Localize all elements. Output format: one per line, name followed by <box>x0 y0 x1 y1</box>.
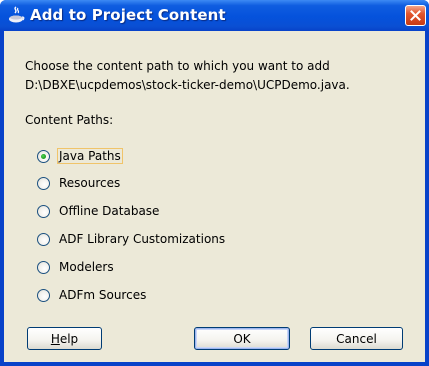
radio-resources[interactable]: Resources <box>37 173 122 193</box>
radio-adf-library-customizations[interactable]: ADF Library Customizations <box>37 229 227 249</box>
radio-label: ADFm Sources <box>59 288 147 302</box>
dialog-window: Add to Project Content Choose the conten… <box>0 0 429 366</box>
content-paths-label: Content Paths: <box>25 113 114 127</box>
window-title: Add to Project Content <box>30 6 226 24</box>
radio-button[interactable] <box>37 176 50 190</box>
radio-label: Offline Database <box>59 204 160 218</box>
coffee-cup-icon <box>7 6 25 24</box>
radio-button[interactable] <box>37 288 50 302</box>
radio-button[interactable] <box>37 232 50 246</box>
title-bar[interactable]: Add to Project Content <box>0 0 429 31</box>
radio-button[interactable] <box>37 204 50 218</box>
description: Choose the content path to which you wan… <box>25 57 350 95</box>
cancel-label: Cancel <box>336 331 377 346</box>
cancel-button[interactable]: Cancel <box>310 327 403 350</box>
help-label-rest: elp <box>59 331 79 346</box>
help-mnemonic: H <box>50 331 60 346</box>
radio-button[interactable] <box>37 260 50 274</box>
description-line-1: Choose the content path to which you wan… <box>25 59 330 73</box>
help-button[interactable]: Help <box>27 327 102 350</box>
close-icon <box>410 10 421 21</box>
radio-label: ADF Library Customizations <box>59 232 226 246</box>
description-line-2: D:\DBXE\ucpdemos\stock-ticker-demo\UCPDe… <box>25 78 350 92</box>
close-button[interactable] <box>405 5 426 26</box>
radio-modelers[interactable]: Modelers <box>37 257 116 277</box>
radio-adfm-sources[interactable]: ADFm Sources <box>37 285 148 305</box>
radio-button[interactable] <box>37 149 50 163</box>
radio-java-paths[interactable]: Java Paths <box>37 146 123 166</box>
ok-button[interactable]: OK <box>194 327 290 350</box>
radio-label: Java Paths <box>57 148 123 164</box>
radio-offline-database[interactable]: Offline Database <box>37 201 161 221</box>
ok-label: OK <box>233 331 251 346</box>
radio-label: Modelers <box>59 260 114 274</box>
radio-label: Resources <box>59 176 121 190</box>
